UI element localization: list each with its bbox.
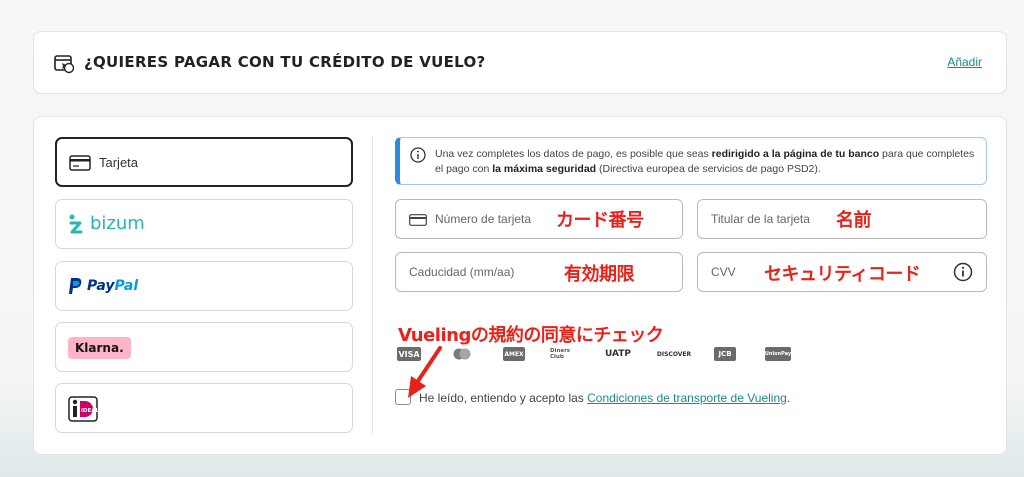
cvv-placeholder: CVV <box>711 265 736 279</box>
annotation-card-number: カード番号 <box>556 210 644 231</box>
notice-text: Una vez completes los datos de pago, es … <box>435 148 975 175</box>
svg-text:iDEAL: iDEAL <box>81 408 98 414</box>
ideal-logo-icon: iDEAL <box>68 396 98 422</box>
flight-credit-bar: ¿QUIERES PAGAR CON TU CRÉDITO DE VUELO? … <box>33 31 1007 94</box>
card-number-placeholder: Número de tarjeta <box>435 212 532 226</box>
payment-method-label: Tarjeta <box>99 155 139 170</box>
annotation-expiry: 有効期限 <box>564 264 635 285</box>
amex-logo: AMEX <box>503 347 525 361</box>
annotation-security-code: セキュリティコード <box>764 264 921 285</box>
card-holder-field[interactable]: Titular de la tarjeta 名前 <box>697 199 987 239</box>
paypal-logo-icon <box>69 278 82 294</box>
credit-card-icon <box>69 155 91 171</box>
discover-logo: DISCOVER <box>656 350 692 358</box>
mastercard-logo: mastercard <box>450 347 474 361</box>
payment-method-ideal[interactable]: iDEAL <box>55 383 353 433</box>
flight-credit-title: ¿QUIERES PAGAR CON TU CRÉDITO DE VUELO? <box>84 53 486 71</box>
terms-text: He leído, entiendo y acepto las Condicio… <box>419 391 791 405</box>
info-icon <box>410 147 426 163</box>
payment-method-bizum[interactable]: bizum <box>55 199 353 249</box>
column-divider <box>372 137 373 435</box>
bizum-logo-text: bizum <box>90 213 145 234</box>
mastercard-circles-icon <box>453 348 471 360</box>
paypal-logo-text: PayPal <box>87 278 139 294</box>
uatp-logo: UATP <box>604 349 632 359</box>
payment-card: Tarjeta bizum PayPal Klarna. iDEAL Una v… <box>33 116 1007 455</box>
annotation-name: 名前 <box>836 210 872 231</box>
expiry-field[interactable]: Caducidad (mm/aa) 有効期限 <box>395 252 683 292</box>
flight-credit-icon <box>54 55 75 74</box>
card-number-field[interactable]: Número de tarjeta カード番号 <box>395 199 683 239</box>
payment-method-paypal[interactable]: PayPal <box>55 261 353 311</box>
unionpay-logo: UnionPay <box>765 347 791 361</box>
expiry-placeholder: Caducidad (mm/aa) <box>409 265 515 279</box>
payment-method-klarna[interactable]: Klarna. <box>55 322 353 372</box>
jcb-logo: JCB <box>714 347 736 361</box>
payment-method-card[interactable]: Tarjeta <box>55 137 353 187</box>
transport-conditions-link[interactable]: Condiciones de transporte de Vueling <box>587 391 787 405</box>
card-holder-placeholder: Titular de la tarjeta <box>711 212 810 226</box>
bizum-logo-icon <box>69 214 83 234</box>
cvv-info-icon[interactable] <box>953 262 973 282</box>
annotation-arrow-icon <box>408 346 442 398</box>
card-number-icon <box>409 214 427 226</box>
cvv-field[interactable]: CVV セキュリティコード <box>697 252 987 292</box>
add-flight-credit-link[interactable]: Añadir <box>947 55 982 69</box>
klarna-logo: Klarna. <box>68 337 131 359</box>
diners-club-logo: Diners Club <box>550 348 571 360</box>
redirect-notice: Una vez completes los datos de pago, es … <box>395 137 987 185</box>
